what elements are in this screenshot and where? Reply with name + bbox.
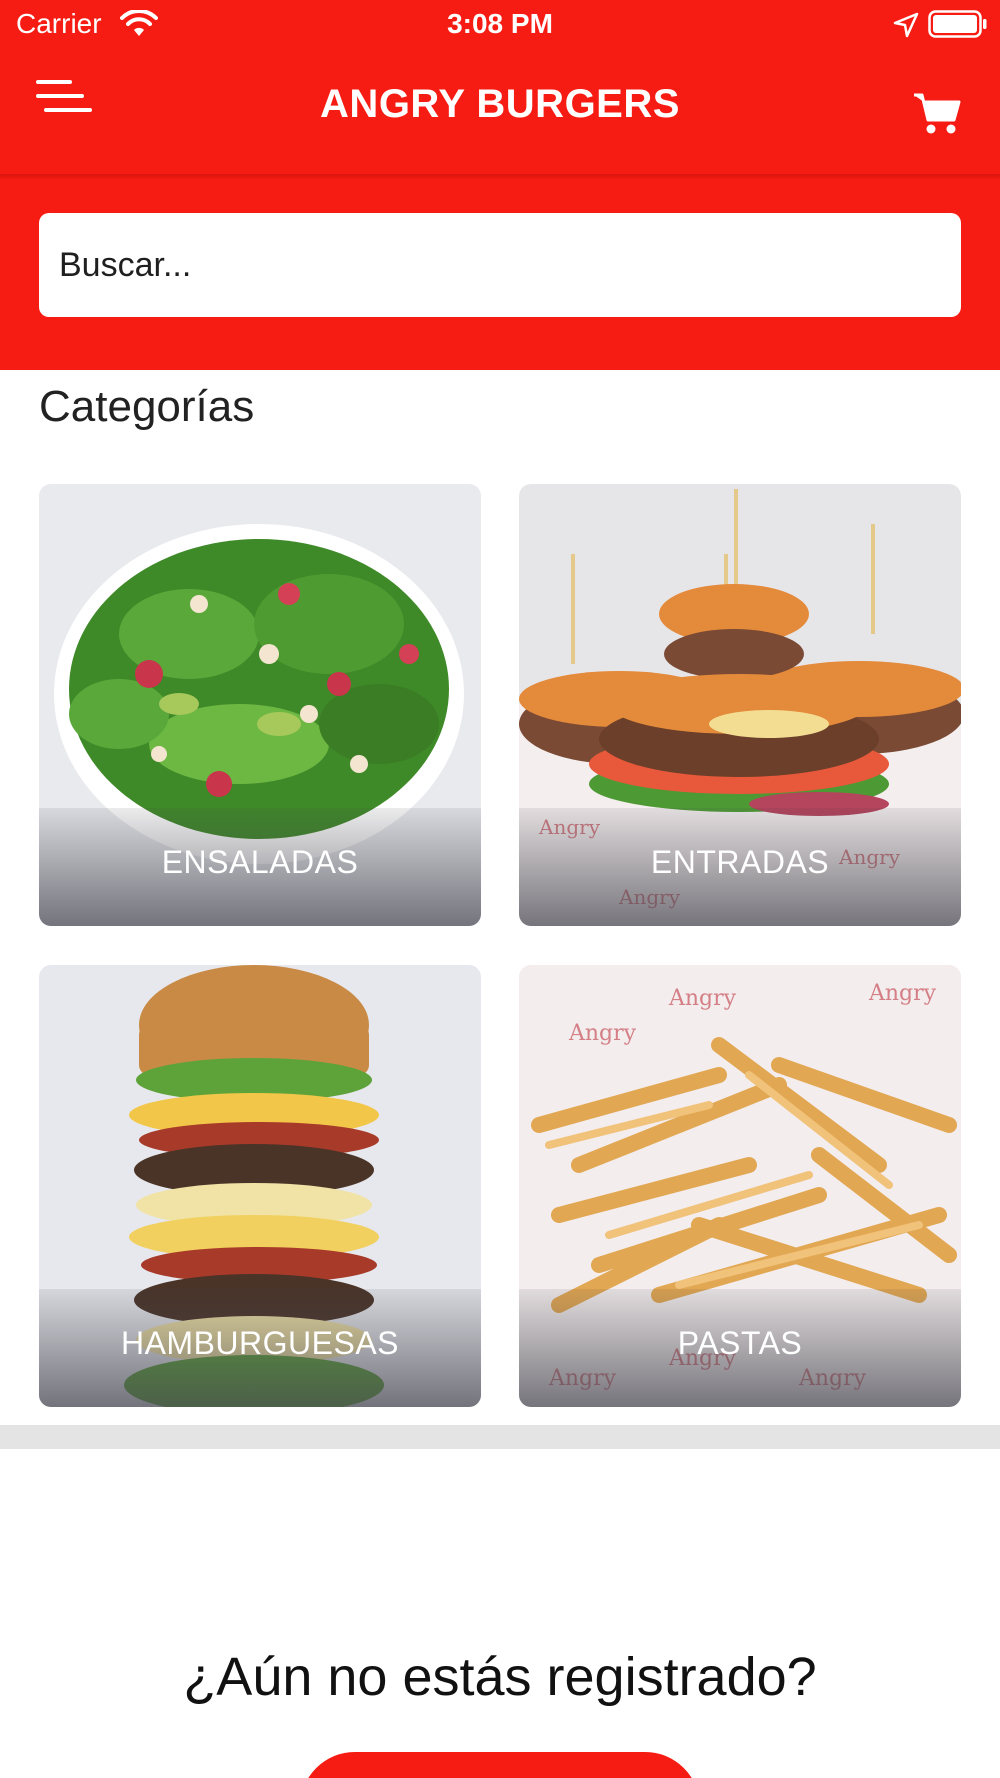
svg-text:Angry: Angry xyxy=(668,986,737,1011)
location-icon xyxy=(893,12,919,38)
app-title: ANGRY BURGERS xyxy=(320,82,680,126)
status-time: 3:08 PM xyxy=(447,8,553,39)
category-card-hamburguesas[interactable]: HAMBURGUESAS xyxy=(39,965,481,1407)
battery-icon xyxy=(928,10,987,38)
section-separator xyxy=(0,1425,1000,1449)
navbar-shadow xyxy=(0,174,1000,180)
category-label-hamburguesas: HAMBURGUESAS xyxy=(120,1325,400,1361)
cart-icon[interactable] xyxy=(912,90,962,136)
navigation-bar: ANGRY BURGERS xyxy=(0,52,1000,176)
category-label-ensaladas: ENSALADAS xyxy=(161,844,359,880)
register-prompt: ¿Aún no estás registrado? xyxy=(183,1647,817,1707)
category-label-pastas: PASTAS xyxy=(677,1325,803,1361)
status-bar: Carrier 3:08 PM xyxy=(0,0,1000,52)
category-card-ensaladas[interactable]: ENSALADAS xyxy=(39,484,481,926)
search-input[interactable] xyxy=(39,213,961,317)
register-button[interactable] xyxy=(300,1752,700,1778)
svg-text:Angry: Angry xyxy=(568,1021,637,1046)
section-title-categories: Categorías xyxy=(39,382,255,431)
category-label-entradas: ENTRADAS xyxy=(650,844,830,880)
svg-text:Angry: Angry xyxy=(868,981,937,1006)
category-card-entradas[interactable]: Angry Angry Angry ENTRADAS xyxy=(519,484,961,926)
category-card-pastas[interactable]: Angry Angry Angry Angry Angry Angry PAST… xyxy=(519,965,961,1407)
